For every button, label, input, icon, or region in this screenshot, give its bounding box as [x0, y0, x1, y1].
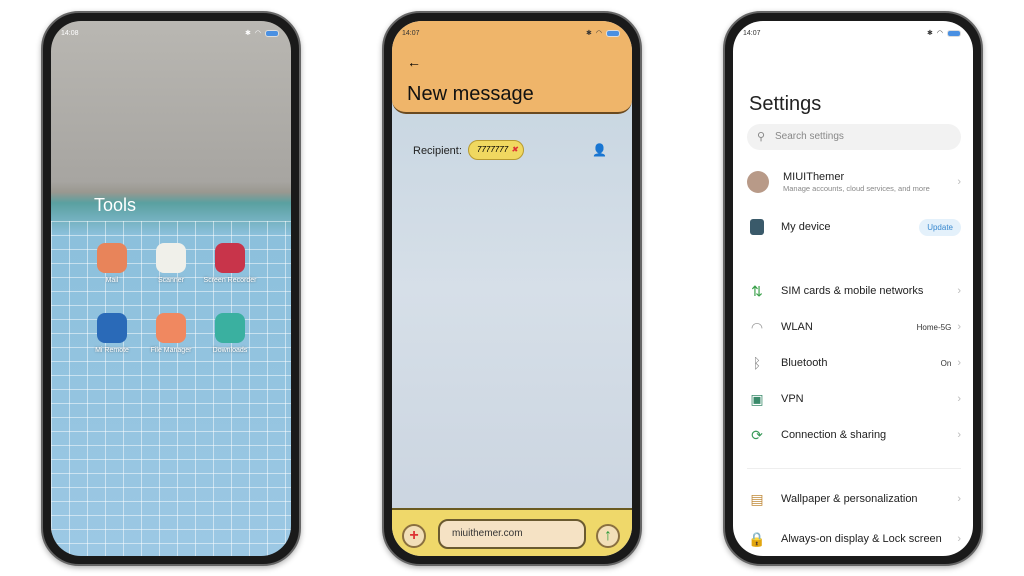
phone-settings: 14:07 ✱ ◠ Settings ⚲ Search settings MIUITh…: [723, 11, 983, 566]
chevron-right-icon: ›: [957, 321, 961, 333]
row-label: Connection & sharing: [781, 428, 887, 441]
app-label: Mail: [105, 277, 119, 284]
search-input[interactable]: ⚲ Search settings: [747, 124, 961, 150]
home-screen: 14:08 ✱ ◠ Tools Mail Scanner Screen Record…: [51, 21, 291, 556]
app-downloads[interactable]: Downloads: [200, 313, 260, 355]
app-label: Screen Recorder: [203, 277, 257, 284]
screen-recorder-icon: [215, 243, 245, 273]
chevron-right-icon: ›: [957, 176, 961, 188]
row-label: Bluetooth: [781, 356, 828, 369]
header: 14:07 ✱ ◠ ← New message: [392, 21, 632, 114]
back-arrow-icon[interactable]: ←: [407, 54, 421, 70]
page-title: New message: [407, 83, 534, 105]
recipient-number: 7777777: [477, 145, 509, 154]
status-bar: 14:07 ✱ ◠: [743, 27, 961, 39]
app-label: File Manager: [150, 347, 192, 354]
divider: [747, 468, 961, 469]
search-placeholder: Search settings: [775, 131, 844, 142]
setting-icon: ▣: [750, 390, 764, 407]
battery-icon: [265, 29, 279, 37]
contact-icon[interactable]: 👤: [592, 143, 607, 157]
row-value: Home-5G: [916, 322, 952, 332]
settings-row[interactable]: 🔒 Always-on display & Lock screen ›: [747, 524, 961, 554]
chevron-right-icon: ›: [957, 533, 961, 545]
remove-icon[interactable]: ✖: [511, 145, 518, 154]
mi-remote-icon: [97, 313, 127, 343]
update-badge[interactable]: Update: [919, 218, 961, 236]
chevron-right-icon: ›: [957, 493, 961, 505]
my-device-row[interactable]: My device Update: [747, 212, 961, 242]
bluetooth-icon: ✱: [927, 30, 933, 37]
setting-icon: ⟳: [751, 426, 763, 443]
setting-icon: ᛒ: [752, 355, 762, 371]
row-label: VPN: [781, 392, 804, 405]
status-bar: 14:07 ✱ ◠: [402, 27, 620, 39]
add-attachment-button[interactable]: +: [402, 524, 426, 548]
chevron-right-icon: ›: [957, 285, 961, 297]
setting-icon: 🔒: [748, 530, 766, 547]
row-value: On: [940, 358, 952, 368]
compose-bar: + miuithemer.com ↑: [392, 508, 632, 556]
message-input[interactable]: miuithemer.com: [438, 519, 586, 549]
new-message-screen: 14:07 ✱ ◠ ← New message Recipient: 7777777…: [392, 21, 632, 556]
account-row[interactable]: MIUIThemer Manage accounts, cloud service…: [747, 162, 961, 202]
row-label: Always-on display & Lock screen: [781, 532, 942, 545]
setting-icon: ◠: [750, 318, 764, 335]
settings-screen: 14:07 ✱ ◠ Settings ⚲ Search settings MIUITh…: [733, 21, 973, 556]
app-screen-recorder[interactable]: Screen Recorder: [200, 243, 260, 285]
bluetooth-icon: ✱: [245, 30, 251, 37]
phone-messages: 14:07 ✱ ◠ ← New message Recipient: 7777777…: [382, 11, 642, 566]
settings-row[interactable]: ▤ Wallpaper & personalization ›: [747, 484, 961, 514]
scanner-icon: [156, 243, 186, 273]
settings-row[interactable]: ◠ WLAN Home-5G ›: [747, 312, 961, 342]
wifi-icon: ◠: [254, 30, 261, 37]
row-label: My device: [781, 220, 831, 233]
page-title: Settings: [749, 93, 822, 115]
mail-icon: [97, 243, 127, 273]
settings-row[interactable]: ▣ VPN ›: [747, 384, 961, 414]
clock: 14:07: [402, 29, 420, 37]
setting-icon: ⇅: [751, 282, 763, 299]
row-label: WLAN: [781, 320, 813, 333]
phone-home-folder: 14:08 ✱ ◠ Tools Mail Scanner Screen Record…: [41, 11, 301, 566]
battery-icon: [606, 29, 620, 37]
app-label: Mi Remote: [95, 347, 129, 354]
app-mi-remote[interactable]: Mi Remote: [82, 313, 142, 355]
account-subtitle: Manage accounts, cloud services, and mor…: [783, 184, 930, 193]
app-mail[interactable]: Mail: [82, 243, 142, 285]
settings-row[interactable]: ᛒ Bluetooth On ›: [747, 348, 961, 378]
clock: 14:07: [743, 29, 761, 37]
clock: 14:08: [61, 29, 79, 37]
row-label: SIM cards & mobile networks: [781, 284, 924, 297]
wifi-icon: ◠: [936, 30, 943, 37]
app-scanner[interactable]: Scanner: [141, 243, 201, 285]
send-button[interactable]: ↑: [596, 524, 620, 548]
row-label: Wallpaper & personalization: [781, 492, 918, 505]
app-label: Scanner: [157, 277, 185, 284]
wifi-icon: ◠: [595, 30, 602, 37]
battery-icon: [947, 29, 961, 37]
bluetooth-icon: ✱: [586, 30, 592, 37]
status-bar: 14:08 ✱ ◠: [61, 27, 279, 39]
account-name: MIUIThemer: [783, 171, 845, 183]
chevron-right-icon: ›: [957, 393, 961, 405]
settings-row[interactable]: ⟳ Connection & sharing ›: [747, 420, 961, 450]
device-icon: [747, 217, 767, 237]
recipient-chip[interactable]: 7777777 ✖: [468, 140, 524, 160]
downloads-icon: [215, 313, 245, 343]
file-manager-icon: [156, 313, 186, 343]
settings-row[interactable]: ⇅ SIM cards & mobile networks ›: [747, 276, 961, 306]
avatar: [747, 171, 769, 193]
chevron-right-icon: ›: [957, 357, 961, 369]
folder-title: Tools: [94, 195, 137, 215]
recipient-label: Recipient:: [413, 145, 462, 157]
app-label: Downloads: [212, 347, 248, 354]
app-file-manager[interactable]: File Manager: [141, 313, 201, 355]
search-icon: ⚲: [757, 131, 766, 143]
chevron-right-icon: ›: [957, 429, 961, 441]
setting-icon: ▤: [750, 490, 764, 507]
